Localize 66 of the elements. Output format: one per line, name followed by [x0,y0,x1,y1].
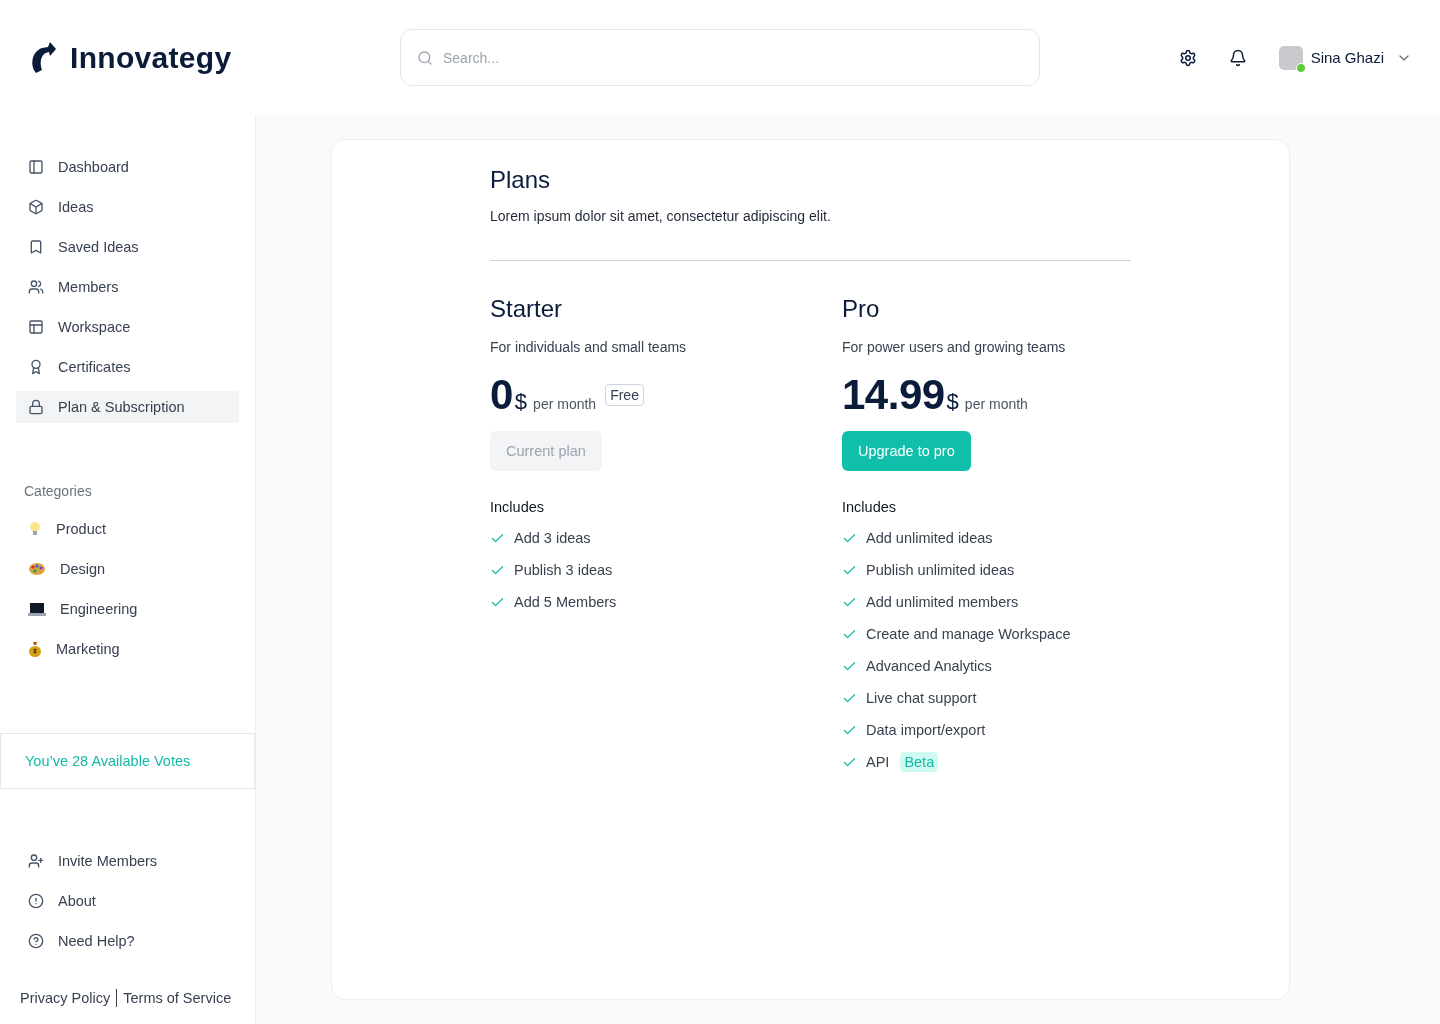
nav-item[interactable]: Saved Ideas [16,231,239,263]
feature-label: Add 5 Members [514,594,617,610]
avatar [1278,45,1303,70]
panel-icon [28,159,44,175]
layout-icon [28,319,44,335]
nav-item[interactable]: Ideas [16,191,239,223]
nav-item[interactable]: Need Help? [16,925,239,957]
includes-title: Includes [842,499,897,515]
feature-label: API [866,754,890,770]
price-period: per month [533,396,597,412]
plan-description: For individuals and small teams [490,339,688,355]
palette-icon [28,562,46,576]
category-item[interactable]: Engineering [16,593,239,625]
cube-icon [28,199,44,215]
plan-price: 0 [490,371,513,419]
settings-button[interactable] [1178,48,1197,67]
plan-badge: Free [605,384,644,406]
category-item[interactable]: Product [16,513,239,545]
feature-label: Add 3 ideas [514,530,591,546]
user-menu-button[interactable]: Sina Ghazi [1278,45,1412,70]
lightbulb-icon [28,521,42,537]
search-field[interactable]: Search... [400,29,1040,86]
bookmark-icon [28,239,44,255]
plan-name: Starter [490,295,564,323]
feature-label: Live chat support [866,690,977,706]
help-icon [28,933,44,949]
price-period: per month [964,396,1028,412]
currency: $ [514,389,528,415]
logo-text: Innovategy [70,40,232,75]
nav-item[interactable]: Workspace [16,311,239,343]
currency: $ [946,389,959,415]
nav-item[interactable]: Members [16,271,239,303]
feature-label: Add unlimited ideas [866,530,993,546]
category-item[interactable]: Marketing [16,633,239,665]
users-icon [28,279,44,295]
category-item[interactable]: Design [16,553,239,585]
includes-title: Includes [490,499,545,515]
section-title: Categories [23,483,93,499]
nav-item[interactable]: Dashboard [16,151,239,183]
footer-link[interactable]: Terms of Service [123,990,232,1006]
feature-label: Publish unlimited ideas [866,562,1015,578]
nav-item[interactable]: Plan & Subscription [16,391,239,423]
lock-icon [28,399,44,415]
feature-label: Advanced Analytics [866,658,992,674]
feature-label: Create and manage Workspace [866,626,1071,642]
plan-price: 14.99 [842,371,945,419]
notifications-button[interactable] [1228,48,1247,67]
plan-description: For power users and growing teams [842,339,1067,355]
beta-badge: Beta [900,752,939,772]
page-subtitle: Lorem ipsum dolor sit amet, consectetur adipiscing elit. [490,208,832,224]
page-title: Plans [490,166,552,194]
plan-name: Pro [842,295,881,323]
award-icon [28,359,44,375]
nav-item[interactable]: About [16,885,239,917]
money-bag-icon [28,641,42,657]
nav-item[interactable]: Invite Members [16,845,239,877]
feature-label: Add unlimited members [866,594,1019,610]
search-icon [417,49,433,66]
footer-link[interactable]: Privacy Policy [20,990,111,1006]
feature-label: Data import/export [866,722,986,738]
feature-label: Publish 3 ideas [514,562,613,578]
user-plus-icon [28,853,44,869]
votes-banner: You’ve 28 Available Votes [0,733,255,789]
alert-icon [28,893,44,909]
nav-item[interactable]: Certificates [16,351,239,383]
laptop-icon [28,602,46,616]
